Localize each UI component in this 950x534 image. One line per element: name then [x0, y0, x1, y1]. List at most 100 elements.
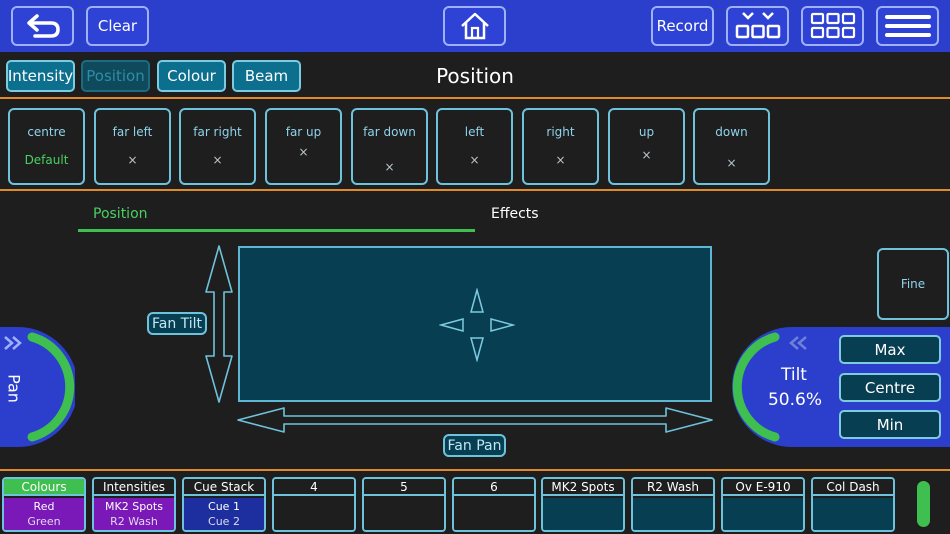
playback-body [454, 498, 534, 530]
preset-value: × [469, 153, 480, 167]
playback-line-1: Red [33, 500, 55, 513]
preset-far-down[interactable]: far down × [351, 108, 428, 185]
playback-line-2: Green [27, 515, 61, 528]
playback-col-dash[interactable]: Col Dash [811, 477, 895, 532]
mode-tab-colour[interactable]: Colour [157, 60, 226, 92]
fan-tilt-label[interactable]: Fan Tilt [147, 312, 207, 335]
preset-label: far right [193, 125, 242, 139]
preset-label: up [638, 125, 655, 139]
playback-body [274, 498, 354, 530]
preset-label: far up [285, 125, 322, 139]
playback-title: 4 [274, 479, 354, 496]
double-chevron-right-icon [4, 336, 22, 350]
preset-label: left [464, 125, 485, 139]
page-title: Position [436, 64, 514, 88]
subtab-effects[interactable]: Effects [491, 206, 539, 222]
preset-down[interactable]: down × [693, 108, 770, 185]
fan-pan-arrow-icon[interactable] [236, 405, 714, 435]
playback-title: MK2 Spots [543, 479, 623, 496]
playback-body [543, 498, 623, 530]
playback-title: 5 [364, 479, 444, 496]
undo-arrow-icon [26, 14, 60, 38]
preset-label: centre [27, 125, 66, 139]
tilt-label: Tilt [781, 365, 807, 385]
preset-value: Default [24, 153, 69, 167]
grid-icon [810, 12, 855, 39]
pan-wheel[interactable]: Pan [0, 327, 75, 447]
playback-line-1: Cue 1 [208, 500, 240, 513]
playback-body [723, 498, 803, 530]
playback-body: MK2 Spots R2 Wash [94, 498, 174, 530]
playback-title: Cue Stack [184, 479, 264, 496]
view-collapse-icon [735, 12, 780, 39]
playback-4[interactable]: 4 [272, 477, 356, 532]
preset-value: × [555, 153, 566, 167]
back-button[interactable] [11, 6, 74, 46]
position-xy-pad[interactable] [238, 246, 712, 402]
playback-title: Intensities [94, 479, 174, 496]
playback-body [813, 498, 893, 530]
record-button[interactable]: Record [651, 6, 714, 46]
preset-far-up[interactable]: far up × [265, 108, 342, 185]
playback-6[interactable]: 6 [452, 477, 536, 532]
top-toolbar: Clear Record [0, 0, 950, 52]
fan-tilt-arrow-icon[interactable] [204, 244, 234, 404]
preset-label: right [546, 125, 575, 139]
playback-5[interactable]: 5 [362, 477, 446, 532]
tilt-value: 50.6% [767, 390, 822, 410]
playback-line-2: Cue 2 [208, 515, 240, 528]
home-button[interactable] [443, 6, 506, 46]
fine-button[interactable]: Fine [877, 248, 949, 320]
playback-body: Cue 1 Cue 2 [184, 498, 264, 530]
preset-value: × [726, 156, 737, 170]
mode-tab-beam[interactable]: Beam [232, 60, 301, 92]
preset-value: × [127, 153, 138, 167]
tilt-max-button[interactable]: Max [839, 335, 941, 364]
playback-body [633, 498, 713, 530]
home-icon [460, 12, 489, 40]
playback-cue-stack[interactable]: Cue Stack Cue 1 Cue 2 [182, 477, 266, 532]
preset-value: × [641, 148, 652, 162]
preset-far-right[interactable]: far right × [179, 108, 256, 185]
playback-line-2: R2 Wash [110, 515, 158, 528]
tilt-centre-button[interactable]: Centre [839, 373, 941, 402]
pan-label: Pan [4, 374, 24, 403]
grid-button[interactable] [801, 6, 864, 46]
fan-pan-label[interactable]: Fan Pan [443, 434, 506, 457]
playback-title: 6 [454, 479, 534, 496]
menu-button[interactable] [876, 6, 939, 46]
subtab-position[interactable]: Position [93, 206, 148, 222]
crosshair-icon [439, 288, 515, 362]
playback-scroll-handle[interactable] [917, 481, 930, 527]
playback-title: Col Dash [813, 479, 893, 496]
playback-title: R2 Wash [633, 479, 713, 496]
orange-divider [0, 97, 950, 99]
preset-label: down [715, 125, 748, 139]
playback-intensities[interactable]: Intensities MK2 Spots R2 Wash [92, 477, 176, 532]
preset-right[interactable]: right × [522, 108, 599, 185]
playback-body [364, 498, 444, 530]
playback-r2-wash[interactable]: R2 Wash [631, 477, 715, 532]
tilt-min-button[interactable]: Min [839, 410, 941, 439]
view-toggle-button[interactable] [726, 6, 789, 46]
preset-label: far left [112, 125, 153, 139]
clear-button[interactable]: Clear [86, 6, 149, 46]
preset-up[interactable]: up × [608, 108, 685, 185]
mode-tab-position[interactable]: Position [81, 60, 150, 92]
mode-tab-intensity[interactable]: Intensity [6, 60, 75, 92]
preset-value: × [212, 153, 223, 167]
playback-mk2-spots[interactable]: MK2 Spots [541, 477, 625, 532]
preset-centre[interactable]: centre Default [8, 108, 85, 185]
preset-far-left[interactable]: far left × [94, 108, 171, 185]
playback-title: Ov E-910 [723, 479, 803, 496]
orange-divider [0, 469, 950, 471]
preset-label: far down [363, 125, 416, 139]
hamburger-menu-icon [884, 15, 931, 37]
playback-body: Red Green [4, 498, 84, 530]
subtab-active-underline [78, 229, 475, 232]
playback-ov-e-910[interactable]: Ov E-910 [721, 477, 805, 532]
playback-line-1: MK2 Spots [105, 500, 163, 513]
double-chevron-left-icon [789, 336, 807, 350]
preset-left[interactable]: left × [436, 108, 513, 185]
playback-colours[interactable]: Colours Red Green [2, 477, 86, 532]
